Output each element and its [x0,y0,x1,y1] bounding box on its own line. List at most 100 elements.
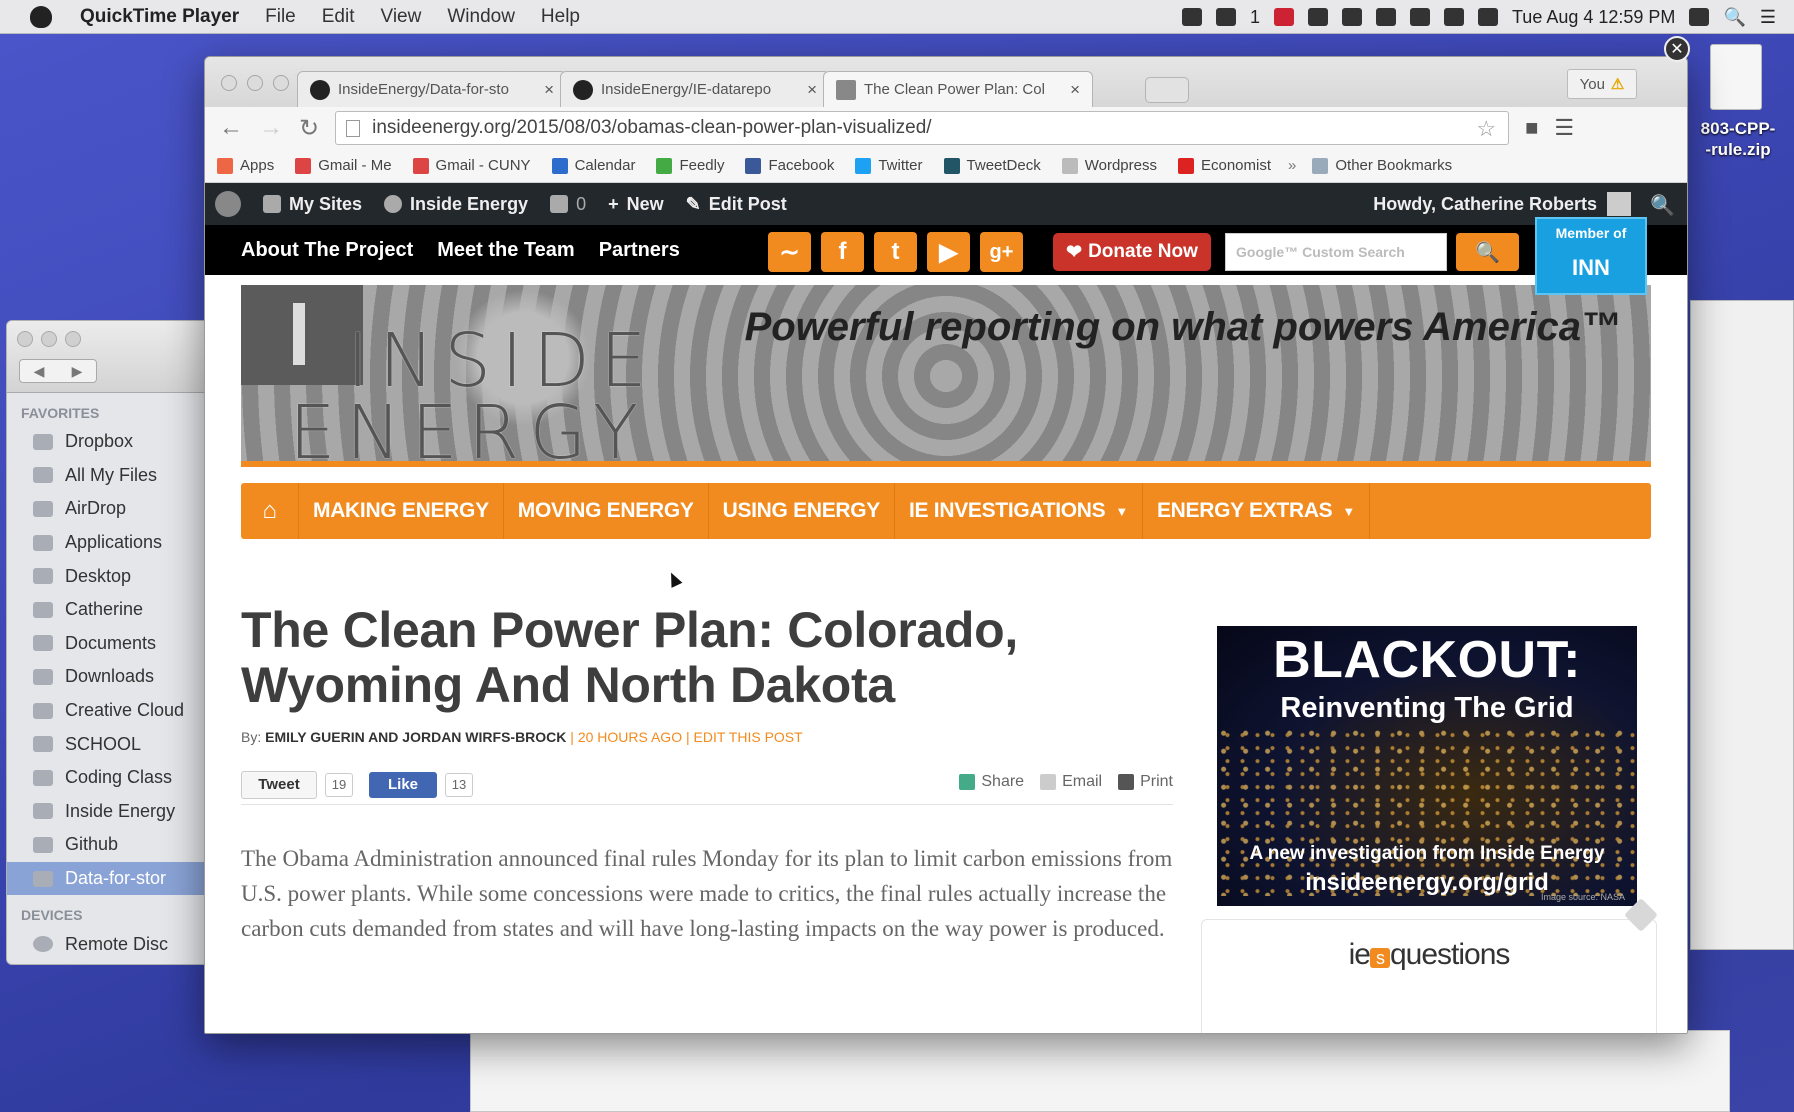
bookmark-gmail-cuny[interactable]: Gmail - CUNY [412,157,531,174]
finder-minimize-button[interactable] [41,331,57,347]
rss-icon[interactable]: ∼ [768,232,811,272]
site-search-button[interactable]: 🔍 [1456,233,1519,271]
address-bar[interactable]: insideenergy.org/2015/08/03/obamas-clean… [335,111,1510,145]
sidebar-item-all-my-files[interactable]: All My Files [7,459,215,493]
nav-about-project[interactable]: About The Project [241,239,413,262]
record-icon[interactable] [1181,8,1202,26]
dropbox-icon[interactable] [1215,8,1236,26]
back-icon[interactable]: ← [219,114,243,142]
sidebar-item-school[interactable]: SCHOOL [7,727,215,761]
display-icon[interactable] [1689,8,1710,26]
zoom-button[interactable] [273,75,289,91]
background-window-bottom[interactable] [470,1030,1730,1112]
my-sites-link[interactable]: My Sites [263,194,362,215]
reload-icon[interactable]: ↻ [299,114,319,143]
sidebar-item-inside-energy[interactable]: Inside Energy [7,795,215,829]
share-button[interactable]: Share [959,773,1024,791]
twitter-icon[interactable]: t [874,232,917,272]
donate-button[interactable]: ❤ Donate Now [1053,233,1211,271]
menu-help[interactable]: Help [541,6,580,28]
new-link[interactable]: + New [608,194,664,215]
volume-icon[interactable] [1443,8,1464,26]
finder-zoom-button[interactable] [65,331,81,347]
nav-partners[interactable]: Partners [599,239,680,262]
facebook-like-button[interactable]: Like [369,771,437,798]
search-icon[interactable]: 🔍 [1650,193,1675,218]
clock[interactable]: Tue Aug 4 12:59 PM [1512,7,1675,28]
tweet-button[interactable]: Tweet [241,770,317,799]
site-search-input[interactable]: Google™ Custom Search [1225,233,1447,271]
other-bookmarks-folder[interactable]: Other Bookmarks [1312,157,1452,174]
background-window[interactable] [1690,300,1794,950]
sidebar-item-documents[interactable]: Documents [7,627,215,661]
nav-ie-investigations[interactable]: IE INVESTIGATIONS ▼ [895,483,1143,539]
menu-window[interactable]: Window [447,6,515,28]
nav-moving-energy[interactable]: MOVING ENERGY [504,483,709,539]
app-name[interactable]: QuickTime Player [80,6,239,28]
sidebar-item-remote-disc[interactable]: Remote Disc [7,927,215,961]
tab-close-icon[interactable]: × [807,80,817,100]
nav-energy-extras[interactable]: ENERGY EXTRAS ▼ [1143,483,1370,539]
close-button[interactable] [221,75,237,91]
nav-using-energy[interactable]: USING ENERGY [709,483,896,539]
minimize-button[interactable] [247,75,263,91]
finder-close-button[interactable] [17,331,33,347]
bookmark-economist[interactable]: Economist [1177,157,1271,174]
sidebar-item-creative-cloud[interactable]: Creative Cloud [7,694,215,728]
extension-icon[interactable]: ■ [1525,115,1538,141]
bookmark-apps[interactable]: Apps [217,157,274,174]
nav-meet-team[interactable]: Meet the Team [437,239,574,262]
bookmark-twitter[interactable]: Twitter [855,157,923,174]
sidebar-item-github[interactable]: Github [7,828,215,862]
desktop-zip-file[interactable]: 803-CPP- -rule.zip [1690,44,1786,160]
bookmark-wordpress[interactable]: Wordpress [1061,157,1157,174]
sidebar-item-data-for-stor[interactable]: Data-for-stor [7,861,215,896]
bookmark-star-icon[interactable]: ☆ [1476,116,1496,142]
creative-cloud-icon[interactable] [1273,8,1294,26]
profile-button[interactable]: You ⚠ [1567,69,1637,99]
spotlight-icon[interactable]: 🔍 [1723,7,1745,28]
sidebar-item-catherine[interactable]: Catherine [7,593,215,627]
nav-making-energy[interactable]: MAKING ENERGY [299,483,504,539]
comments-link[interactable]: 0 [550,194,586,215]
site-link[interactable]: Inside Energy [384,194,528,215]
time-machine-icon[interactable] [1341,8,1362,26]
facebook-icon[interactable]: f [821,232,864,272]
youtube-icon[interactable]: ▶ [927,232,970,272]
evernote-icon[interactable] [1307,8,1328,26]
tab-close-icon[interactable]: × [1070,80,1080,100]
google-plus-icon[interactable]: g+ [980,232,1023,272]
ie-questions-widget[interactable]: ie s questions [1201,919,1657,1033]
bookmark-tweetdeck[interactable]: TweetDeck [943,157,1041,174]
sidebar-item-applications[interactable]: Applications [7,526,215,560]
bluetooth-icon[interactable] [1375,8,1396,26]
bookmark-calendar[interactable]: Calendar [551,157,635,174]
menu-file[interactable]: File [265,6,296,28]
sidebar-item-dropbox[interactable]: Dropbox [7,425,215,459]
url-text[interactable]: insideenergy.org/2015/08/03/obamas-clean… [372,117,931,139]
new-tab-button[interactable] [1145,77,1189,103]
edit-post-link[interactable]: EDIT THIS POST [694,729,803,745]
battery-icon[interactable] [1477,8,1498,26]
sidebar-item-downloads[interactable]: Downloads [7,660,215,694]
back-arrow-icon[interactable]: ◀ [34,363,45,380]
home-icon[interactable]: ⌂ [241,483,299,539]
wordpress-icon[interactable] [215,191,241,217]
notification-center-icon[interactable]: ☰ [1760,7,1776,28]
inn-member-badge[interactable]: Member of INN [1535,217,1647,295]
sidebar-item-coding-class[interactable]: Coding Class [7,761,215,795]
print-button[interactable]: Print [1118,773,1173,791]
tray-badge[interactable]: 1 [1250,7,1260,28]
bookmark-feedly[interactable]: Feedly [656,157,724,174]
byline-authors[interactable]: EMILY GUERIN AND JORDAN WIRFS-BROCK [265,729,566,745]
quicktime-close-icon[interactable]: ✕ [1664,36,1690,62]
tab-close-icon[interactable]: × [544,80,554,100]
forward-arrow-icon[interactable]: ▶ [72,363,83,380]
bookmark-facebook[interactable]: Facebook [745,157,834,174]
tab-data-for-stories[interactable]: InsideEnergy/Data-for-sto × [297,71,567,107]
email-button[interactable]: Email [1040,773,1102,791]
tab-ie-datarepo[interactable]: InsideEnergy/IE-datarepo × [560,71,830,107]
tab-clean-power-plan[interactable]: The Clean Power Plan: Col × [823,71,1093,107]
sidebar-item-desktop[interactable]: Desktop [7,559,215,593]
sidebar-item-airdrop[interactable]: AirDrop [7,492,215,526]
